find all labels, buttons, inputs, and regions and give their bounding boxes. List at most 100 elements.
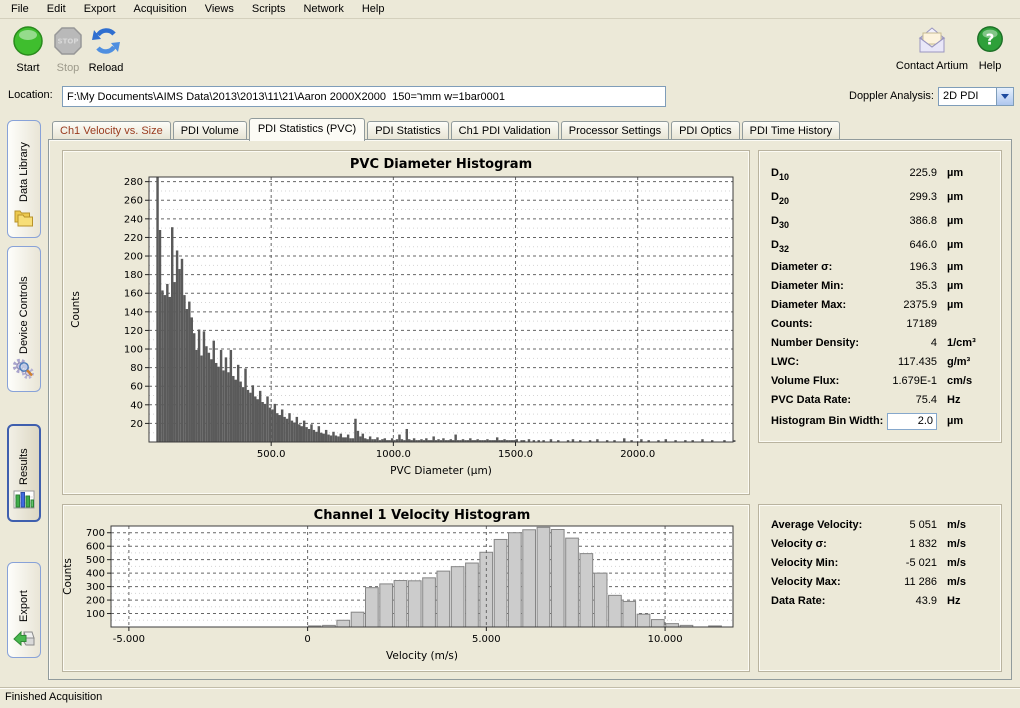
sidebar: Data Library Device Controls Results Export	[0, 114, 48, 688]
tab-strip: Ch1 Velocity vs. SizePDI VolumePDI Stati…	[52, 118, 1012, 140]
folders-icon	[12, 206, 36, 231]
tab-pdi-volume[interactable]: PDI Volume	[173, 121, 247, 140]
menu-item-help[interactable]: Help	[353, 1, 394, 17]
contact-artium-button[interactable]: Contact Artium	[892, 24, 972, 72]
stats-row: Number Density: 4 1/cm³	[771, 333, 989, 352]
reload-icon	[84, 24, 128, 61]
svg-text:STOP: STOP	[58, 38, 79, 46]
export-icon	[12, 626, 36, 651]
svg-text:Velocity (m/s): Velocity (m/s)	[386, 650, 458, 662]
svg-text:140: 140	[124, 307, 143, 318]
tab-pdi-statistics-pvc[interactable]: PDI Statistics (PVC)	[249, 118, 365, 141]
tab-ch1-pdi-validation[interactable]: Ch1 PDI Validation	[451, 121, 559, 140]
toolbar: Start STOP Stop Reload	[0, 20, 1020, 84]
sidebar-item-results[interactable]: Results	[7, 424, 41, 522]
pvc-stats-panel: D10 225.9 µm D20 299.3 µm D30 386.8 µm D…	[758, 150, 1002, 443]
svg-text:20: 20	[130, 419, 143, 430]
stats-row: D32 646.0 µm	[771, 233, 989, 257]
svg-text:?: ?	[986, 31, 995, 49]
pvc-diameter-chart-panel: 2040608010012014016018020022024026028050…	[62, 150, 750, 495]
help-button[interactable]: ? Help	[968, 24, 1012, 72]
stats-row: PVC Data Rate: 75.4 Hz	[771, 390, 989, 409]
svg-text:200: 200	[86, 596, 105, 607]
svg-text:300: 300	[86, 582, 105, 593]
svg-text:60: 60	[130, 382, 143, 393]
bin-width-unit: µm	[947, 415, 989, 427]
svg-text:400: 400	[86, 569, 105, 580]
sidebar-item-label: Export	[18, 571, 30, 622]
start-icon	[6, 24, 50, 61]
sidebar-item-data-library[interactable]: Data Library	[7, 120, 41, 238]
menu-item-views[interactable]: Views	[196, 1, 243, 17]
stats-row: Data Rate: 43.9 Hz	[771, 591, 989, 610]
svg-text:PVC Diameter Histogram: PVC Diameter Histogram	[350, 157, 532, 172]
menu-item-acquisition[interactable]: Acquisition	[125, 1, 196, 17]
svg-text:240: 240	[124, 214, 143, 225]
stats-row: D10 225.9 µm	[771, 161, 989, 185]
bin-width-label: Histogram Bin Width:	[771, 415, 883, 427]
svg-text:180: 180	[124, 270, 143, 281]
results-icon	[12, 489, 36, 514]
stats-row: Volume Flux: 1.679E-1 cm/s	[771, 371, 989, 390]
histogram-bin-width-row: Histogram Bin Width: µm	[771, 409, 989, 433]
svg-text:5.000: 5.000	[472, 634, 501, 645]
sidebar-item-label: Device Controls	[18, 255, 30, 354]
location-label: Location:	[8, 89, 53, 101]
svg-text:1500.0: 1500.0	[498, 449, 533, 460]
menu-item-edit[interactable]: Edit	[38, 1, 75, 17]
envelope-icon	[892, 24, 972, 59]
stats-row: Velocity Min: -5 021 m/s	[771, 553, 989, 572]
chevron-down-icon[interactable]	[996, 88, 1013, 105]
svg-text:100: 100	[86, 609, 105, 620]
stats-row: Diameter Min: 35.3 µm	[771, 276, 989, 295]
stop-label: Stop	[57, 62, 80, 74]
svg-text:80: 80	[130, 363, 143, 374]
sidebar-item-export[interactable]: Export	[7, 562, 41, 658]
tab-pdi-statistics[interactable]: PDI Statistics	[367, 121, 448, 140]
svg-text:600: 600	[86, 542, 105, 553]
question-icon: ?	[968, 24, 1012, 59]
svg-text:280: 280	[124, 177, 143, 188]
stats-row: Diameter Max: 2375.9 µm	[771, 295, 989, 314]
svg-text:700: 700	[86, 528, 105, 539]
stats-row: Counts: 17189	[771, 314, 989, 333]
stats-row: LWC: 117.435 g/m³	[771, 352, 989, 371]
histogram-bin-width-input[interactable]	[887, 413, 937, 430]
svg-text:-5.000: -5.000	[113, 634, 145, 645]
svg-text:Counts: Counts	[70, 291, 82, 328]
svg-text:500.0: 500.0	[257, 449, 286, 460]
menu-item-file[interactable]: File	[2, 1, 38, 17]
status-text: Finished Acquisition	[5, 691, 102, 703]
doppler-analysis-label: Doppler Analysis:	[849, 90, 934, 102]
menu-item-scripts[interactable]: Scripts	[243, 1, 295, 17]
tab-pdi-time-history[interactable]: PDI Time History	[742, 121, 841, 140]
menu-bar: FileEditExportAcquisitionViewsScriptsNet…	[0, 0, 1020, 19]
menu-item-export[interactable]: Export	[75, 1, 125, 17]
reload-button[interactable]: Reload	[84, 24, 128, 74]
svg-text:200: 200	[124, 252, 143, 263]
location-input[interactable]	[62, 86, 666, 107]
svg-text:40: 40	[130, 400, 143, 411]
start-button[interactable]: Start	[6, 24, 50, 74]
tab-ch1-velocity-vs-size[interactable]: Ch1 Velocity vs. Size	[52, 121, 171, 140]
svg-text:220: 220	[124, 233, 143, 244]
gears-icon	[12, 358, 36, 385]
svg-text:120: 120	[124, 326, 143, 337]
pvc-histogram-chart: 2040608010012014016018020022024026028050…	[63, 151, 747, 492]
stats-row: Velocity σ: 1 832 m/s	[771, 534, 989, 553]
reload-label: Reload	[89, 62, 124, 74]
menu-item-network[interactable]: Network	[294, 1, 352, 17]
location-row: Location: Doppler Analysis: 2D PDI	[0, 86, 1020, 110]
velocity-chart-panel: 100200300400500600700-5.00005.00010.000C…	[62, 504, 750, 672]
doppler-analysis-value: 2D PDI	[943, 90, 978, 102]
sidebar-item-label: Results	[18, 434, 30, 485]
tab-pdi-optics[interactable]: PDI Optics	[671, 121, 740, 140]
help-label: Help	[979, 60, 1002, 72]
doppler-analysis-select[interactable]: 2D PDI	[938, 87, 1014, 106]
svg-text:0: 0	[304, 634, 310, 645]
svg-text:PVC Diameter (µm): PVC Diameter (µm)	[390, 465, 492, 477]
stats-row: Diameter σ: 196.3 µm	[771, 257, 989, 276]
tab-processor-settings[interactable]: Processor Settings	[561, 121, 669, 140]
sidebar-item-label: Data Library	[18, 129, 30, 202]
sidebar-item-device-controls[interactable]: Device Controls	[7, 246, 41, 392]
